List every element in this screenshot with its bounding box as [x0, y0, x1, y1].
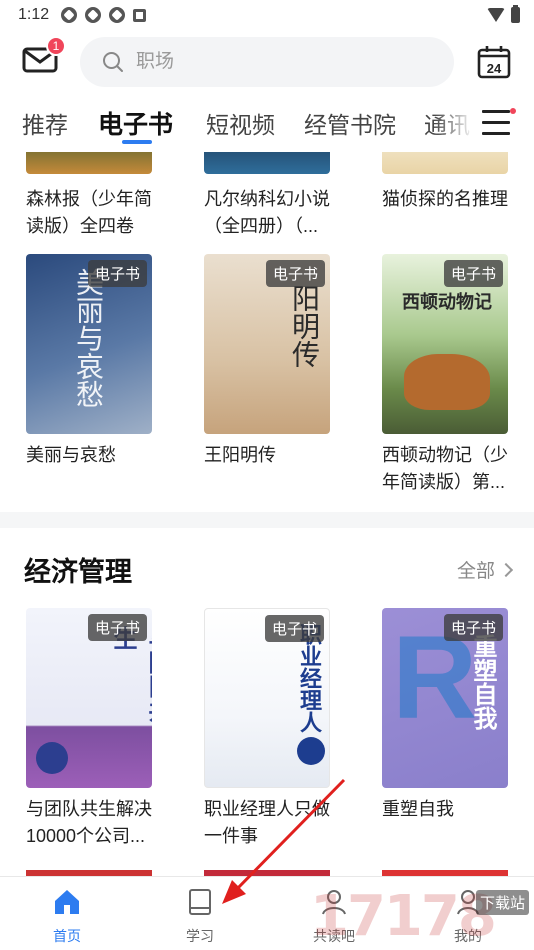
search-icon — [103, 52, 123, 72]
book-cover — [26, 152, 152, 174]
section-divider — [0, 512, 534, 528]
ebook-tag: 电子书 — [87, 614, 147, 641]
book-title: 王阳明传 — [204, 445, 276, 465]
tab-recommend[interactable]: 推荐 — [22, 106, 68, 140]
status-bar: 1:12 — [0, 0, 534, 30]
ebook-tag: 电子书 — [265, 260, 325, 287]
book-title: 与团队共生解决10000个公司... — [26, 799, 152, 846]
cover-title: 与团队共生 — [109, 626, 152, 722]
book-cover: R 重塑自我 电子书 — [382, 608, 508, 788]
ebook-tag: 电子书 — [443, 614, 503, 641]
book-title[interactable]: 猫侦探的名推理 — [382, 186, 512, 213]
cover-title: 美丽与哀愁 — [72, 268, 105, 408]
book-icon — [189, 889, 211, 915]
book-item[interactable]: 美丽与哀愁 电子书 美丽与哀愁 — [26, 254, 152, 469]
book-title: 职业经理人只做一件事 — [204, 799, 330, 846]
watermark-badge: 下载站 — [476, 890, 530, 915]
tab-ebook[interactable]: 电子书 — [98, 106, 173, 141]
cover-title: 阳明传 — [288, 284, 321, 368]
ebook-tag: 电子书 — [264, 615, 324, 642]
book-item[interactable] — [26, 152, 152, 174]
book-cover — [204, 152, 330, 174]
book-cover: 与团队共生 电子书 — [26, 608, 152, 788]
home-icon — [55, 890, 79, 914]
search-input[interactable] — [136, 51, 416, 73]
calendar-day: 24 — [487, 61, 502, 76]
cover-badge — [297, 737, 325, 765]
notification-icon — [61, 7, 78, 23]
tab-short-video[interactable]: 短视频 — [206, 106, 275, 140]
status-time: 1:12 — [18, 6, 50, 23]
ebook-grid: 森林报（少年简读版）全四卷 凡尔纳科幻小说（全四册）（... 猫侦探的名推理 美… — [0, 152, 534, 502]
cover-title: 西顿动物记 — [402, 292, 492, 313]
calendar-button[interactable]: 24 — [476, 44, 512, 80]
tab-management-academy[interactable]: 经管书院 — [304, 106, 396, 140]
cover-title: 重塑自我 — [469, 634, 498, 730]
econ-book-grid: 与团队共生 电子书 与团队共生解决10000个公司... 职业经理人 电子书 职… — [0, 608, 534, 876]
book-item[interactable]: 阳明传 电子书 王阳明传 — [204, 254, 330, 469]
section-title: 经济管理 — [24, 557, 132, 587]
book-title: 重塑自我 — [382, 799, 454, 819]
menu-icon-bar — [482, 132, 510, 135]
search-bar[interactable] — [80, 37, 454, 87]
wifi-icon — [487, 8, 505, 22]
nav-home-label: 首页 — [53, 928, 81, 944]
book-item[interactable]: R 重塑自我 电子书 重塑自我 — [382, 608, 508, 823]
book-item[interactable]: 与团队共生 电子书 与团队共生解决10000个公司... — [26, 608, 152, 850]
cover-illustration — [404, 354, 490, 410]
book-title[interactable]: 森林报（少年简读版）全四卷 — [26, 186, 156, 240]
watermark-logo: 17178 — [310, 884, 497, 949]
cover-badge — [36, 742, 68, 774]
menu-notification-dot — [510, 108, 516, 114]
ebook-tag: 电子书 — [87, 260, 147, 287]
calendar-icon: 24 — [477, 46, 511, 79]
menu-icon — [482, 110, 510, 113]
book-title: 美丽与哀愁 — [26, 445, 116, 465]
book-item[interactable] — [204, 152, 330, 174]
book-cover: 美丽与哀愁 电子书 — [26, 254, 152, 434]
book-item[interactable] — [382, 152, 508, 174]
app-notification-icon — [133, 8, 147, 22]
book-title: 西顿动物记（少年简读版）第... — [382, 445, 508, 492]
book-cover: 西顿动物记 电子书 — [382, 254, 508, 434]
book-cover — [382, 152, 508, 174]
active-tab-indicator — [122, 140, 152, 144]
notification-icon — [109, 7, 126, 23]
notification-icon — [85, 7, 102, 23]
battery-icon — [511, 5, 520, 23]
menu-icon-bar — [482, 121, 510, 124]
nav-study-label: 学习 — [186, 928, 214, 944]
nav-home[interactable]: 首页 — [27, 887, 107, 946]
ebook-tag: 电子书 — [443, 260, 503, 287]
menu-button[interactable] — [482, 110, 512, 140]
nav-study[interactable]: 学习 — [160, 887, 240, 946]
book-cover: 职业经理人 电子书 — [204, 608, 330, 788]
category-tabs: 推荐 电子书 短视频 经管书院 通讯 — [0, 106, 534, 152]
message-badge: 1 — [46, 36, 66, 56]
book-cover: 阳明传 电子书 — [204, 254, 330, 434]
header: 1 24 — [0, 36, 534, 92]
book-title[interactable]: 凡尔纳科幻小说（全四册）（... — [204, 186, 334, 240]
section-more-link[interactable]: 全部 — [457, 556, 511, 583]
book-item[interactable]: 职业经理人 电子书 职业经理人只做一件事 — [204, 608, 330, 850]
book-item[interactable]: 西顿动物记 电子书 西顿动物记（少年简读版）第... — [382, 254, 508, 496]
